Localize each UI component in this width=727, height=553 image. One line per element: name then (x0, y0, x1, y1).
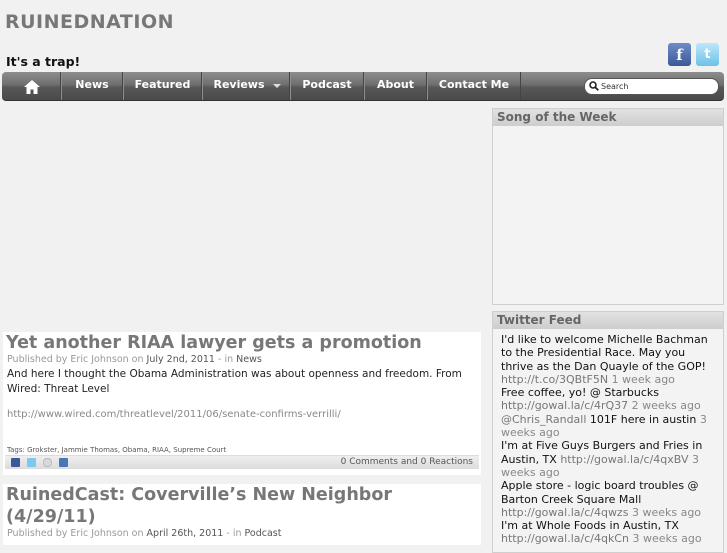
chevron-down-icon (273, 84, 281, 88)
tweet-text: I'd like to welcome Michelle Bachman to … (501, 333, 708, 373)
tweet: Free coffee, yo! @ Starbucks http://gowa… (493, 386, 723, 413)
tweet-link[interactable]: http://gowal.la/c/4rQ37 (501, 399, 628, 412)
tweet-text: 101F here in austin (589, 412, 697, 426)
post-date[interactable]: April 26th, 2011 (147, 528, 224, 539)
facebook-icon[interactable]: f (668, 43, 691, 66)
post-meta-prefix: Published by Eric Johnson on (7, 354, 144, 365)
site-title[interactable]: RUINEDNATION (5, 11, 174, 33)
tweet-text: Apple store - logic board troubles @ Bar… (501, 479, 699, 506)
twitter-feed-title: Twitter Feed (493, 312, 723, 329)
post-meta: Published by Eric Johnson on April 26th,… (3, 528, 481, 539)
post-body: And here I thought the Obama Administrat… (7, 368, 462, 395)
nav-divider (520, 72, 521, 100)
facebook-share-icon[interactable] (11, 458, 20, 467)
tweet-time[interactable]: 1 week ago (612, 373, 675, 386)
tweet: I'm at Whole Foods in Austin, TX http://… (493, 519, 723, 546)
comments-link[interactable]: 0 Comments and 0 Reactions (341, 456, 473, 469)
nav-item-contact[interactable]: Contact Me (426, 72, 521, 100)
site-tagline: It's a trap! (6, 54, 81, 69)
post: Yet another RIAA lawyer gets a promotion… (3, 332, 481, 475)
twitter-icon[interactable]: t (696, 43, 719, 66)
tweet-link[interactable]: http://gowal.la/c/4qwzs (501, 506, 628, 519)
post-title[interactable]: Yet another RIAA lawyer gets a promotion (3, 332, 481, 354)
tag-link[interactable]: Obama (122, 446, 147, 454)
nav-item-featured[interactable]: Featured (122, 72, 202, 100)
nav-home[interactable] (2, 72, 60, 100)
digg-share-icon[interactable] (59, 458, 68, 467)
tweet-text: Free coffee, yo! @ Starbucks (501, 386, 660, 400)
home-icon (24, 80, 40, 94)
reddit-share-icon[interactable] (43, 458, 52, 467)
tweet-mention[interactable]: @Chris_Randall (501, 413, 586, 426)
tweet-text: I'm at Whole Foods in Austin, TX (501, 519, 679, 533)
post: RuinedCast: Coverville’s New Neighbor (4… (3, 484, 481, 545)
post-meta: Published by Eric Johnson on July 2nd, 2… (3, 354, 481, 365)
tag-link[interactable]: Jammie Thomas (62, 446, 118, 454)
search-box (584, 78, 719, 95)
tweet-time[interactable]: 3 weeks ago (632, 532, 701, 545)
search-input[interactable] (601, 79, 711, 94)
tweet: I'd like to welcome Michelle Bachman to … (493, 333, 723, 386)
post-link[interactable]: http://www.wired.com/threatlevel/2011/06… (3, 409, 481, 420)
post-tags: Tags: Grokster, Jammie Thomas, Obama, RI… (7, 446, 227, 454)
tag-link[interactable]: Supreme Court (173, 446, 226, 454)
post-meta-prefix: Published by Eric Johnson on (7, 528, 144, 539)
tweet: I'm at Five Guys Burgers and Fries in Au… (493, 439, 723, 479)
share-bar: 0 Comments and 0 Reactions (5, 455, 479, 469)
nav-item-reviews[interactable]: Reviews (201, 72, 290, 100)
tweet-link[interactable]: http://gowal.la/c/4qkCn (501, 532, 629, 545)
post-meta-in: - in (218, 354, 234, 365)
tweet-time[interactable]: 3 weeks ago (632, 506, 701, 519)
search-icon[interactable] (589, 81, 599, 91)
nav-item-news[interactable]: News (60, 72, 123, 100)
song-of-week-title: Song of the Week (493, 109, 723, 126)
tweet-time[interactable]: 2 weeks ago (632, 399, 701, 412)
tweet: @Chris_Randall 101F here in austin 3 wee… (493, 413, 723, 440)
tags-label: Tags: (7, 446, 25, 454)
post-category[interactable]: News (236, 354, 262, 365)
post-meta-in: - in (226, 528, 242, 539)
twitter-share-icon[interactable] (27, 458, 36, 467)
song-of-week-widget: Song of the Week (492, 108, 724, 305)
nav-item-about[interactable]: About (363, 72, 427, 100)
tweet-link[interactable]: http://gowal.la/c/4qxBV (560, 453, 688, 466)
nav-item-podcast[interactable]: Podcast (289, 72, 364, 100)
tweet-link[interactable]: http://t.co/3QBtF5N (501, 373, 608, 386)
nav-item-reviews-label: Reviews (213, 78, 265, 91)
twitter-feed-widget: Twitter Feed I'd like to welcome Michell… (492, 311, 724, 553)
tweet: Apple store - logic board troubles @ Bar… (493, 479, 723, 519)
post-date[interactable]: July 2nd, 2011 (147, 354, 215, 365)
post-category[interactable]: Podcast (245, 528, 282, 539)
post-title[interactable]: RuinedCast: Coverville’s New Neighbor (4… (3, 484, 481, 528)
tag-link[interactable]: RIAA (152, 446, 169, 454)
tag-link[interactable]: Grokster (27, 446, 57, 454)
